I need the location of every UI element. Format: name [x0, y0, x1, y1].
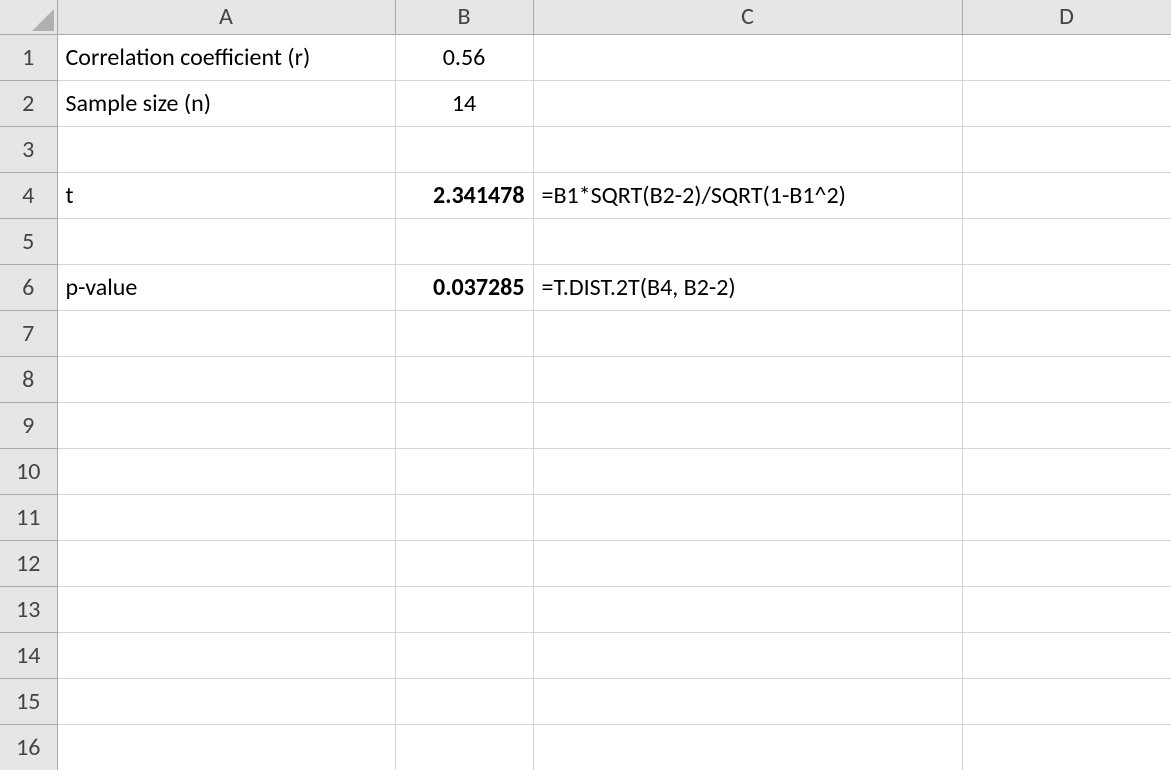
cell-B9[interactable] — [395, 402, 533, 448]
cell-D14[interactable] — [962, 632, 1171, 678]
cell-A15[interactable] — [57, 678, 395, 724]
cell-B16[interactable] — [395, 724, 533, 770]
row-header-6[interactable]: 6 — [0, 264, 57, 310]
cell-C15[interactable] — [533, 678, 962, 724]
cell-A5[interactable] — [57, 218, 395, 264]
cell-D6[interactable] — [962, 264, 1171, 310]
cell-A2[interactable]: Sample size (n) — [57, 80, 395, 126]
cell-C12[interactable] — [533, 540, 962, 586]
cell-A12[interactable] — [57, 540, 395, 586]
cell-D4[interactable] — [962, 172, 1171, 218]
row-header-1[interactable]: 1 — [0, 34, 57, 80]
cell-C13[interactable] — [533, 586, 962, 632]
row-header-7[interactable]: 7 — [0, 310, 57, 356]
cell-A10[interactable] — [57, 448, 395, 494]
cell-B13[interactable] — [395, 586, 533, 632]
cell-B4[interactable]: 2.341478 — [395, 172, 533, 218]
cell-B1[interactable]: 0.56 — [395, 34, 533, 80]
cell-B15[interactable] — [395, 678, 533, 724]
cell-C8[interactable] — [533, 356, 962, 402]
row-header-3[interactable]: 3 — [0, 126, 57, 172]
cell-B5[interactable] — [395, 218, 533, 264]
row-header-9[interactable]: 9 — [0, 402, 57, 448]
row-header-12[interactable]: 12 — [0, 540, 57, 586]
column-header-B[interactable]: B — [395, 0, 533, 34]
cell-D10[interactable] — [962, 448, 1171, 494]
column-header-A[interactable]: A — [57, 0, 395, 34]
cell-A1[interactable]: Correlation coefficient (r) — [57, 34, 395, 80]
cell-C3[interactable] — [533, 126, 962, 172]
cell-C4[interactable]: =B1*SQRT(B2-2)/SQRT(1-B1^2) — [533, 172, 962, 218]
row-header-5[interactable]: 5 — [0, 218, 57, 264]
row-header-4[interactable]: 4 — [0, 172, 57, 218]
cell-C6[interactable]: =T.DIST.2T(B4, B2-2) — [533, 264, 962, 310]
cell-D11[interactable] — [962, 494, 1171, 540]
cell-A7[interactable] — [57, 310, 395, 356]
row-header-2[interactable]: 2 — [0, 80, 57, 126]
cell-D8[interactable] — [962, 356, 1171, 402]
cell-D13[interactable] — [962, 586, 1171, 632]
cell-D1[interactable] — [962, 34, 1171, 80]
cell-A9[interactable] — [57, 402, 395, 448]
cell-D5[interactable] — [962, 218, 1171, 264]
cell-C5[interactable] — [533, 218, 962, 264]
cell-B3[interactable] — [395, 126, 533, 172]
cell-C14[interactable] — [533, 632, 962, 678]
cell-A14[interactable] — [57, 632, 395, 678]
row-header-14[interactable]: 14 — [0, 632, 57, 678]
row-header-11[interactable]: 11 — [0, 494, 57, 540]
cell-C7[interactable] — [533, 310, 962, 356]
cell-A13[interactable] — [57, 586, 395, 632]
cell-B2[interactable]: 14 — [395, 80, 533, 126]
cell-D9[interactable] — [962, 402, 1171, 448]
cell-A4[interactable]: t — [57, 172, 395, 218]
cell-D16[interactable] — [962, 724, 1171, 770]
row-header-16[interactable]: 16 — [0, 724, 57, 770]
cell-D3[interactable] — [962, 126, 1171, 172]
cell-C2[interactable] — [533, 80, 962, 126]
column-header-C[interactable]: C — [533, 0, 962, 34]
row-header-15[interactable]: 15 — [0, 678, 57, 724]
cell-A16[interactable] — [57, 724, 395, 770]
cell-C11[interactable] — [533, 494, 962, 540]
select-all-corner[interactable] — [0, 0, 57, 34]
cell-C1[interactable] — [533, 34, 962, 80]
cell-A6[interactable]: p-value — [57, 264, 395, 310]
cell-B7[interactable] — [395, 310, 533, 356]
cell-C9[interactable] — [533, 402, 962, 448]
cell-B12[interactable] — [395, 540, 533, 586]
cell-A8[interactable] — [57, 356, 395, 402]
cell-A11[interactable] — [57, 494, 395, 540]
cell-D2[interactable] — [962, 80, 1171, 126]
cell-B6[interactable]: 0.037285 — [395, 264, 533, 310]
cell-D7[interactable] — [962, 310, 1171, 356]
cell-D15[interactable] — [962, 678, 1171, 724]
cell-C10[interactable] — [533, 448, 962, 494]
spreadsheet-grid[interactable]: ABCD 1Correlation coefficient (r)0.56 2Sam… — [0, 0, 1171, 770]
cell-A3[interactable] — [57, 126, 395, 172]
row-header-10[interactable]: 10 — [0, 448, 57, 494]
row-header-13[interactable]: 13 — [0, 586, 57, 632]
row-header-8[interactable]: 8 — [0, 356, 57, 402]
cell-B10[interactable] — [395, 448, 533, 494]
cell-C16[interactable] — [533, 724, 962, 770]
cell-B8[interactable] — [395, 356, 533, 402]
cell-B14[interactable] — [395, 632, 533, 678]
cell-D12[interactable] — [962, 540, 1171, 586]
cell-B11[interactable] — [395, 494, 533, 540]
column-header-D[interactable]: D — [962, 0, 1171, 34]
